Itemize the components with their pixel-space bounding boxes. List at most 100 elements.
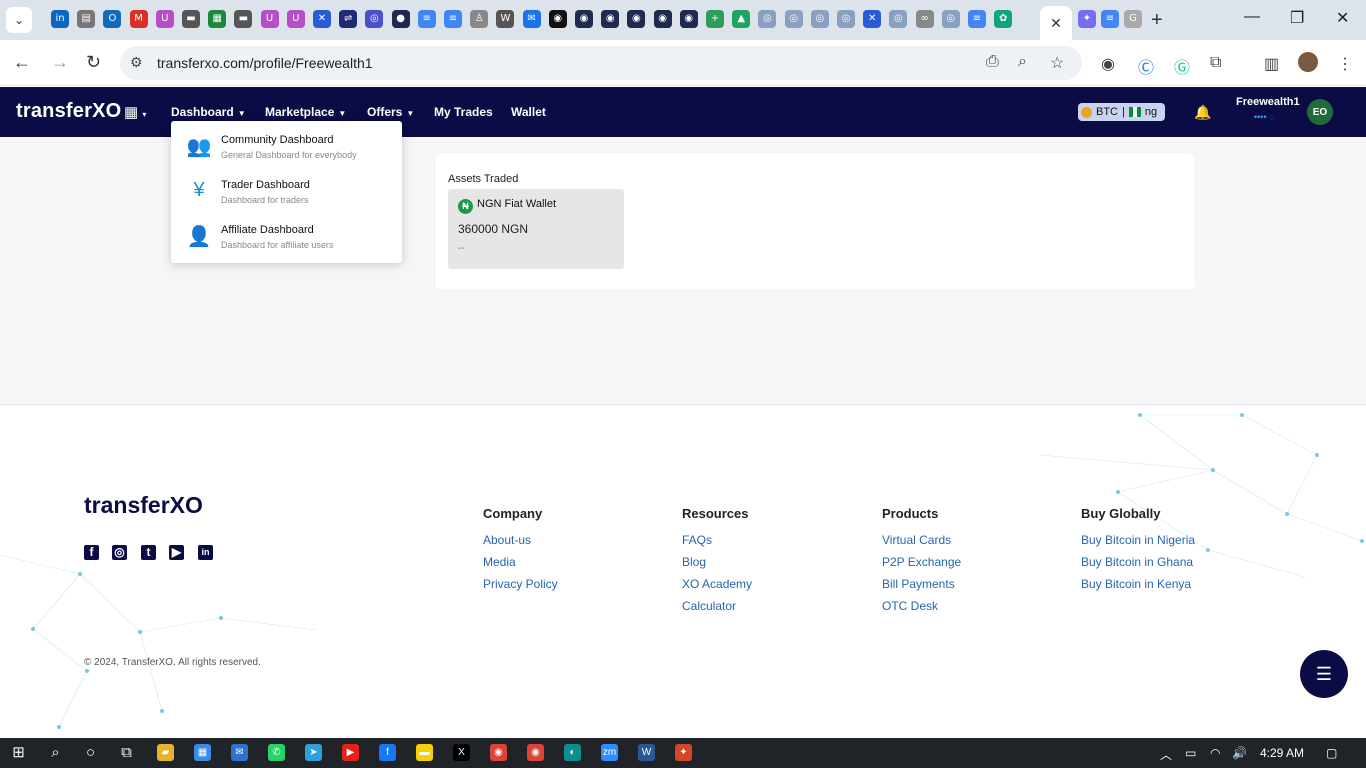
minimize-icon[interactable]: — bbox=[1244, 8, 1260, 26]
tab-icon-29[interactable]: ◎ bbox=[784, 10, 803, 28]
maximize-icon[interactable]: ❐ bbox=[1290, 8, 1304, 28]
word-icon[interactable]: W bbox=[638, 744, 655, 761]
telegram-icon[interactable]: ➤ bbox=[305, 744, 322, 761]
tab-icon-17[interactable]: ♙ bbox=[470, 10, 489, 28]
extensions-puzzle-icon[interactable]: ⧉ bbox=[1210, 54, 1221, 72]
nav-offers[interactable]: Offers ▼ bbox=[367, 105, 414, 119]
footer-link-faqs[interactable]: FAQs bbox=[682, 533, 752, 547]
gmail-tab-icon[interactable]: M bbox=[129, 10, 148, 28]
facebook-icon[interactable]: f bbox=[379, 744, 396, 761]
tab-icon-20[interactable]: ◉ bbox=[548, 10, 567, 28]
footer-link-otc[interactable]: OTC Desk bbox=[882, 599, 961, 613]
tab-search-button[interactable]: ⌄ bbox=[6, 7, 32, 33]
linkedin-tab-icon[interactable]: in bbox=[51, 10, 69, 28]
new-tab-button[interactable]: + bbox=[1151, 9, 1163, 32]
gemini-tab-icon[interactable]: ✦ bbox=[1078, 10, 1096, 28]
whatsapp-icon[interactable]: ✆ bbox=[268, 744, 285, 761]
edge-icon[interactable]: ◐ bbox=[564, 744, 581, 761]
store-icon[interactable]: ▦ bbox=[194, 744, 211, 761]
user-avatar[interactable]: EO bbox=[1307, 99, 1333, 125]
footer-link-kenya[interactable]: Buy Bitcoin in Kenya bbox=[1081, 577, 1195, 591]
tab-icon-25[interactable]: ◉ bbox=[679, 10, 698, 28]
url-text[interactable]: transferxo.com/profile/Freewealth1 bbox=[157, 55, 373, 71]
windows-start-icon[interactable]: ⊞ bbox=[10, 744, 27, 761]
facebook-icon[interactable]: f bbox=[84, 545, 99, 560]
tab-icon-32[interactable]: ✕ bbox=[863, 10, 882, 28]
outlook-tab-icon[interactable]: O bbox=[103, 10, 122, 28]
search-taskbar-icon[interactable]: ⌕ bbox=[47, 744, 64, 761]
active-tab-close-button[interactable]: ✕ bbox=[1040, 6, 1072, 40]
bookmark-star-icon[interactable]: ☆ bbox=[1050, 53, 1064, 73]
footer-link-ghana[interactable]: Buy Bitcoin in Ghana bbox=[1081, 555, 1195, 569]
google-tab-icon[interactable]: G bbox=[1124, 10, 1142, 28]
clock-time[interactable]: 4:29 AM bbox=[1260, 746, 1304, 760]
chrome-icon-2[interactable]: ◉ bbox=[527, 744, 544, 761]
nav-my-trades[interactable]: My Trades bbox=[434, 105, 493, 119]
docs-tab-icon-2[interactable]: ≡ bbox=[444, 10, 462, 28]
chrome-icon[interactable]: ◉ bbox=[490, 744, 507, 761]
tab-icon-18[interactable]: W bbox=[496, 10, 515, 28]
chatgpt-tab-icon[interactable]: ✿ bbox=[994, 10, 1013, 28]
footer-link-blog[interactable]: Blog bbox=[682, 555, 752, 569]
tab-icon-9[interactable]: U bbox=[260, 10, 279, 28]
tab-icon-23[interactable]: ◉ bbox=[627, 10, 646, 28]
docs-tab-icon-4[interactable]: ≡ bbox=[1101, 10, 1119, 28]
footer-logo[interactable]: transferXO bbox=[84, 492, 203, 519]
tab-icon-13[interactable]: ◎ bbox=[365, 10, 384, 28]
tab-icon-22[interactable]: ◉ bbox=[601, 10, 620, 28]
footer-link-privacy[interactable]: Privacy Policy bbox=[483, 577, 558, 591]
tab-icon-26[interactable]: + bbox=[706, 10, 724, 28]
grammarly-icon[interactable]: Ⓖ bbox=[1174, 54, 1190, 78]
tab-icon-5[interactable]: U bbox=[155, 10, 174, 28]
show-hidden-icons[interactable]: ︿ bbox=[1160, 746, 1172, 763]
side-panel-icon[interactable]: ▥ bbox=[1264, 54, 1279, 74]
profile-avatar[interactable] bbox=[1298, 52, 1318, 72]
x-app-icon[interactable]: X bbox=[453, 744, 470, 761]
asset-tile-ngn-wallet[interactable]: ₦ NGN Fiat Wallet 360000 NGN -- bbox=[448, 189, 624, 269]
app-icon-last[interactable]: ✦ bbox=[675, 744, 692, 761]
username[interactable]: Freewealth1 bbox=[1236, 96, 1300, 108]
chat-support-icon[interactable]: ☰ bbox=[1300, 650, 1348, 698]
extension-icon-1[interactable]: ◉ bbox=[1101, 54, 1115, 74]
notification-bell-icon[interactable]: 🔔 bbox=[1194, 104, 1211, 121]
sticky-notes-icon[interactable]: ▬ bbox=[416, 744, 433, 761]
transferxo-logo[interactable]: transferXO bbox=[16, 100, 121, 123]
wifi-icon[interactable]: ◠ bbox=[1210, 746, 1220, 760]
file-explorer-icon[interactable]: ▰ bbox=[157, 744, 174, 761]
nav-wallet[interactable]: Wallet bbox=[511, 105, 546, 119]
footer-link-bill-payments[interactable]: Bill Payments bbox=[882, 577, 961, 591]
tab-icon-31[interactable]: ◎ bbox=[837, 10, 855, 28]
volume-icon[interactable]: 🔊 bbox=[1232, 746, 1247, 760]
twitter-icon[interactable]: t bbox=[141, 545, 156, 560]
menu-item-trader-dashboard[interactable]: ¥ Trader Dashboard Dashboard for traders bbox=[171, 169, 402, 214]
mail-app-icon[interactable]: ✉ bbox=[231, 744, 248, 761]
tab-icon-24[interactable]: ◉ bbox=[653, 10, 672, 28]
address-bar[interactable]: ⚙ transferxo.com/profile/Freewealth1 ⎙ ⌕… bbox=[120, 46, 1082, 80]
youtube-icon[interactable]: ▶ bbox=[169, 545, 184, 560]
tab-icon-10[interactable]: U bbox=[286, 10, 305, 28]
browser-menu-icon[interactable]: ⋮ bbox=[1337, 54, 1353, 74]
site-info-icon[interactable]: ⚙ bbox=[130, 54, 143, 71]
menu-item-community-dashboard[interactable]: 👥 Community Dashboard General Dashboard … bbox=[171, 124, 402, 169]
tab-icon-21[interactable]: ◉ bbox=[575, 10, 593, 28]
tab-icon-12[interactable]: ⇌ bbox=[339, 10, 358, 28]
footer-link-nigeria[interactable]: Buy Bitcoin in Nigeria bbox=[1081, 533, 1195, 547]
reload-icon[interactable]: ↻ bbox=[86, 52, 101, 73]
apps-grid-icon[interactable]: ▦ ▾ bbox=[124, 103, 146, 121]
cortana-icon[interactable]: ○ bbox=[82, 744, 99, 761]
tab-icon-8[interactable]: ▬ bbox=[234, 10, 253, 28]
install-app-icon[interactable]: ⎙ bbox=[986, 53, 999, 71]
youtube-icon[interactable]: ▶ bbox=[342, 744, 359, 761]
zoom-icon[interactable]: ⌕ bbox=[1018, 53, 1027, 71]
footer-link-calculator[interactable]: Calculator bbox=[682, 599, 752, 613]
footer-link-media[interactable]: Media bbox=[483, 555, 558, 569]
mail-tab-icon[interactable]: ✉ bbox=[522, 10, 541, 28]
tab-icon-11[interactable]: ✕ bbox=[313, 10, 331, 28]
tab-icon-33[interactable]: ◎ bbox=[889, 10, 908, 28]
docs-tab-icon[interactable]: ≡ bbox=[417, 10, 436, 28]
tab-icon-30[interactable]: ◎ bbox=[810, 10, 829, 28]
task-view-icon[interactable]: ⧉ bbox=[118, 744, 135, 761]
instagram-icon[interactable]: ◎ bbox=[112, 545, 127, 560]
tab-icon-14[interactable]: ● bbox=[391, 10, 410, 28]
footer-link-p2p[interactable]: P2P Exchange bbox=[882, 555, 961, 569]
